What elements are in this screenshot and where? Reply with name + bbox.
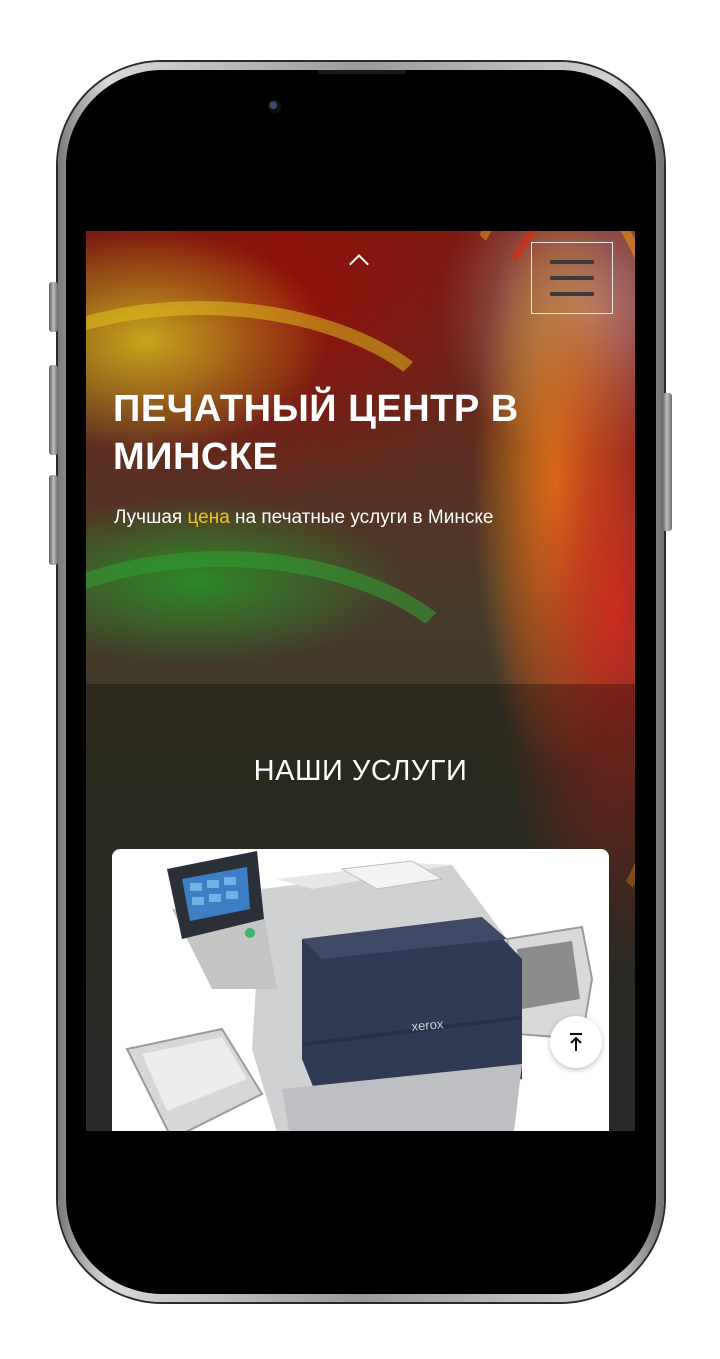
phone-silent-switch xyxy=(49,282,58,332)
arrow-up-to-top-icon xyxy=(570,1033,582,1051)
xerox-printer-image: xerox xyxy=(125,851,594,1131)
subtitle-text: Лучшая xyxy=(114,507,188,528)
screen: ПЕЧАТНЫЙ ЦЕНТР В МИНСКЕ Лучшая цена на п… xyxy=(86,231,635,1131)
phone-volume-down-button xyxy=(49,475,58,565)
phone-volume-up-button xyxy=(49,365,58,455)
phone-power-button xyxy=(662,393,672,531)
hamburger-icon-line xyxy=(550,276,594,280)
xerox-logo: xerox xyxy=(411,1016,444,1034)
section-title: НАШИ УСЛУГИ xyxy=(253,755,468,787)
page-title: ПЕЧАТНЫЙ ЦЕНТР В МИНСКЕ xyxy=(113,388,519,478)
menu-button[interactable] xyxy=(531,242,613,314)
phone-speaker xyxy=(318,70,406,74)
hamburger-icon-line xyxy=(550,292,594,296)
service-card[interactable]: xerox xyxy=(112,849,609,1131)
scroll-to-top-button[interactable] xyxy=(550,1016,602,1068)
front-camera xyxy=(268,100,281,113)
hero-subtitle: Лучшая цена на печатные услуги в Минске xyxy=(114,507,614,529)
subtitle-accent: цена xyxy=(187,507,230,528)
hamburger-icon-line xyxy=(550,260,594,264)
subtitle-text: на печатные услуги в Минске xyxy=(229,507,494,528)
